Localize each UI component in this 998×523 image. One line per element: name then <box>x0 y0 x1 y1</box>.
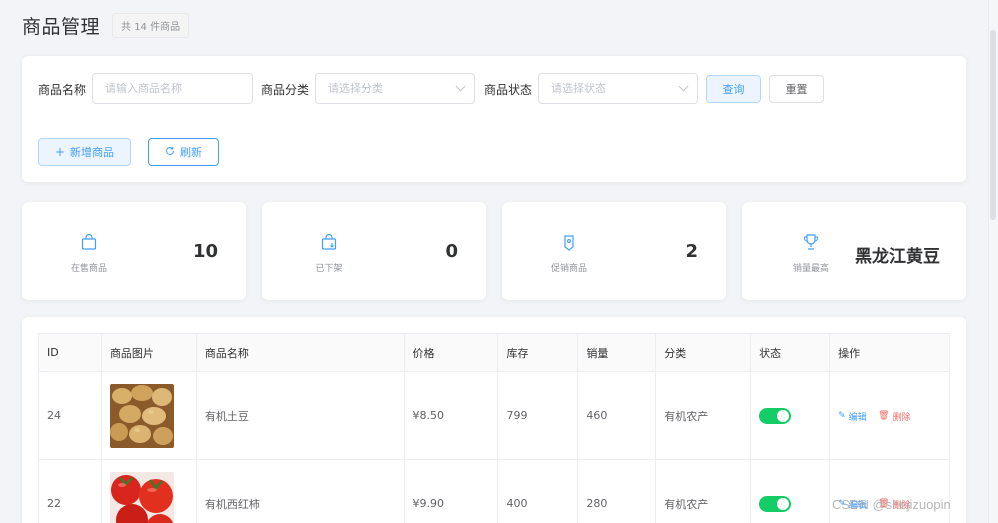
cell-id: 24 <box>38 371 102 460</box>
status-filter-label: 商品状态 <box>484 83 533 97</box>
status-toggle[interactable] <box>759 495 792 512</box>
column-header: 价格 <box>403 333 499 372</box>
cell-status <box>750 459 831 523</box>
cell-id: 22 <box>38 459 102 523</box>
edit-label: 编辑 <box>848 412 867 423</box>
watermark: CSDN @shejizuopin <box>832 497 951 512</box>
stat-label: 已下架 <box>315 264 343 274</box>
column-header: 商品名称 <box>195 333 405 372</box>
cell-category: 有机农产 <box>655 371 752 460</box>
table-row: 24 有机土豆 ¥8.50 799 460 有机农产 ✎ 编辑 🗑 删除 <box>38 371 950 460</box>
refresh-icon <box>165 145 175 159</box>
product-table-card: ID 商品图片 商品名称 价格 库存 销量 分类 状态 操作 24 有机土豆 ¥… <box>22 317 966 523</box>
product-management-page: 商品管理 共 14 件商品 商品名称 请输入商品名称 商品分类 请选择分类 商品… <box>0 0 988 523</box>
cell-name: 有机西红柿 <box>195 459 405 523</box>
chevron-down-icon <box>678 81 689 92</box>
refresh-button[interactable]: 刷新 <box>148 138 219 166</box>
status-select[interactable]: 请选择状态 <box>538 73 698 104</box>
column-header: ID <box>38 333 102 372</box>
reset-button[interactable]: 重置 <box>769 75 824 103</box>
status-toggle[interactable] <box>759 407 792 424</box>
chevron-down-icon <box>455 81 466 92</box>
product-count-badge: 共 14 件商品 <box>112 13 190 38</box>
cell-image <box>100 371 197 460</box>
pencil-icon: ✎ <box>838 411 846 422</box>
page-scrollbar[interactable] <box>988 0 998 523</box>
cell-status <box>750 371 831 460</box>
cell-category: 有机农产 <box>655 459 752 523</box>
potatoes-photo[interactable] <box>109 383 174 448</box>
edit-button[interactable]: ✎ 编辑 <box>838 410 867 423</box>
cell-sales: 280 <box>577 459 657 523</box>
table-header-row: ID 商品图片 商品名称 价格 库存 销量 分类 状态 操作 <box>38 333 950 372</box>
cell-stock: 400 <box>497 459 579 523</box>
page-header: 商品管理 共 14 件商品 <box>22 12 190 39</box>
cell-price: ¥8.50 <box>403 371 499 460</box>
column-header: 操作 <box>829 333 950 372</box>
delete-button[interactable]: 🗑 删除 <box>878 410 910 423</box>
column-header: 商品图片 <box>100 333 197 372</box>
add-product-label: 新增商品 <box>70 146 115 159</box>
cell-price: ¥9.90 <box>403 459 499 523</box>
stat-card-promotion: 促销商品 2 <box>502 202 726 300</box>
stat-value: 黑龙江黄豆 <box>855 247 940 267</box>
page-title: 商品管理 <box>22 16 101 38</box>
stat-label: 促销商品 <box>550 264 587 274</box>
tomatoes-photo[interactable] <box>109 471 174 523</box>
cell-actions: ✎ 编辑 🗑 删除 <box>829 371 950 460</box>
category-select-placeholder: 请选择分类 <box>328 82 383 95</box>
category-filter-label: 商品分类 <box>261 83 310 97</box>
add-product-button[interactable]: + 新增商品 <box>38 138 131 166</box>
column-header: 分类 <box>655 333 752 372</box>
status-select-placeholder: 请选择状态 <box>551 82 606 95</box>
stat-card-delisted: 已下架 0 <box>262 202 486 300</box>
table-row: 22 有机西红柿 ¥9.90 400 280 有机农产 ✎ 编辑 🗑 删除 <box>38 459 950 523</box>
product-table: ID 商品图片 商品名称 价格 库存 销量 分类 状态 操作 24 有机土豆 ¥… <box>38 333 950 523</box>
stat-label: 销量最高 <box>792 264 829 274</box>
refresh-label: 刷新 <box>180 146 202 159</box>
name-filter-label: 商品名称 <box>38 83 87 97</box>
delete-label: 删除 <box>892 412 911 423</box>
stat-value: 10 <box>192 241 218 262</box>
shopping-bag-icon <box>81 233 97 250</box>
stat-value: 2 <box>685 241 698 262</box>
column-header: 销量 <box>577 333 657 372</box>
cell-stock: 799 <box>497 371 579 460</box>
stat-label: 在售商品 <box>70 264 107 274</box>
query-button[interactable]: 查询 <box>706 75 761 103</box>
scrollbar-thumb[interactable] <box>990 30 996 220</box>
column-header: 库存 <box>497 333 579 372</box>
cell-name: 有机土豆 <box>195 371 405 460</box>
trophy-icon <box>804 234 818 250</box>
cell-actions: ✎ 编辑 🗑 删除 <box>829 459 950 523</box>
price-tag-icon <box>564 235 574 251</box>
product-name-input[interactable]: 请输入商品名称 <box>92 73 253 104</box>
column-header: 状态 <box>750 333 831 372</box>
stat-card-top-seller: 销量最高 黑龙江黄豆 <box>742 202 966 300</box>
category-select[interactable]: 请选择分类 <box>315 73 475 104</box>
search-panel: 商品名称 请输入商品名称 商品分类 请选择分类 商品状态 请选择状态 查询 重置… <box>22 56 966 182</box>
plus-icon: + <box>54 145 66 159</box>
cell-image <box>100 459 197 523</box>
trash-icon: 🗑 <box>878 411 890 422</box>
cell-sales: 460 <box>577 371 657 460</box>
stat-card-on-sale: 在售商品 10 <box>22 202 246 300</box>
stat-value: 0 <box>445 241 458 262</box>
bag-down-icon <box>321 233 337 250</box>
